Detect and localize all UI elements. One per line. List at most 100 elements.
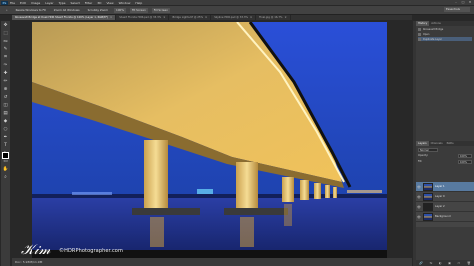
eyedropper-icon[interactable]: ✑	[3, 63, 9, 69]
history-label: Duplicate Layer	[423, 37, 442, 41]
resize-windows-checkbox[interactable]: Resize Windows to Fit	[14, 8, 48, 13]
close-icon[interactable]: ×	[250, 16, 252, 19]
foreground-color-swatch[interactable]	[2, 152, 9, 159]
gradient-icon[interactable]: ▤	[3, 111, 9, 117]
close-icon[interactable]: ×	[110, 16, 112, 19]
history-brush-icon[interactable]: ↺	[3, 95, 9, 101]
menu-view[interactable]: View	[106, 1, 113, 5]
tab-document[interactable]: Bridge Lights.tif @ 25% ×	[169, 15, 212, 20]
tab-channels[interactable]: Channels	[429, 141, 445, 146]
lasso-icon[interactable]: ᔓ	[3, 39, 9, 45]
tab-document[interactable]: Stuart Florida HDR.psd @ 33.3% ×	[116, 15, 170, 20]
dodge-icon[interactable]: ○	[3, 127, 9, 133]
history-thumbnail	[418, 27, 421, 31]
fill-label: Fill:	[418, 160, 423, 163]
fit-screen-button[interactable]: Fit Screen	[129, 7, 148, 13]
blend-mode-row: Normal	[418, 147, 472, 152]
fill-field[interactable]: 100%	[458, 159, 472, 164]
eye-icon[interactable]: 👁	[417, 185, 421, 189]
layer-row[interactable]: 👁 Layer 2	[416, 202, 474, 212]
healing-icon[interactable]: ✚	[3, 71, 9, 77]
menu-edit[interactable]: Edit	[20, 1, 26, 5]
history-label: Roosevelt Bridge	[423, 27, 444, 31]
watermark-text: ©HDRPhotographer.com	[59, 248, 123, 254]
fill-screen-button[interactable]: Fill Screen	[151, 7, 171, 13]
fx-icon[interactable]: fx	[430, 261, 433, 265]
fill-row: Fill: 100%	[418, 159, 472, 164]
tab-history[interactable]: History	[416, 21, 430, 26]
eye-icon[interactable]: 👁	[417, 195, 421, 199]
tab-layers[interactable]: Layers	[416, 141, 429, 146]
hand-icon[interactable]: ✋	[3, 167, 9, 173]
layers-panel: Layers Channels Paths Normal Opacity: 10…	[416, 141, 474, 165]
tab-document-active[interactable]: Roosevelt Bridge at Dusk HDR Stuart Flor…	[12, 15, 117, 20]
eraser-icon[interactable]: ◫	[3, 103, 9, 109]
history-row[interactable]: Roosevelt Bridge	[418, 27, 472, 31]
layer-list: 👁 Layer 1 👁 Layer 0 👁 Layer 2 👁 Background	[416, 182, 474, 227]
layer-thumbnail	[423, 212, 433, 221]
menu-window[interactable]: Window	[119, 1, 131, 5]
folder-icon[interactable]: ▣	[448, 261, 451, 265]
tab-label: Bridge Lights.tif @ 25%	[172, 16, 204, 19]
adjustment-icon[interactable]: ◐	[439, 261, 442, 265]
pen-icon[interactable]: ✒	[3, 135, 9, 141]
workspace-select[interactable]: Essentials	[444, 7, 470, 12]
menu-image[interactable]: Image	[31, 1, 40, 5]
tab-document[interactable]: Skyline HDR.psd @ 33.3% ×	[211, 15, 257, 20]
layer-row-selected[interactable]: 👁 Layer 1	[416, 182, 474, 192]
history-row-selected[interactable]: Duplicate Layer	[418, 37, 472, 41]
eye-icon[interactable]: 👁	[417, 215, 421, 219]
canvas-area[interactable]: 𝒦𝒾𝓂 ©HDRPhotographer.com	[12, 21, 412, 266]
history-row[interactable]: Open	[418, 32, 472, 36]
type-icon[interactable]: T	[3, 143, 9, 149]
history-thumbnail	[418, 32, 421, 36]
tab-actions[interactable]: Actions	[429, 21, 442, 26]
shape-icon[interactable]: ▭	[3, 159, 9, 165]
new-layer-icon[interactable]: ▭	[458, 261, 461, 265]
close-icon[interactable]: ×	[284, 16, 286, 19]
move-icon[interactable]: ✥	[3, 23, 9, 29]
menu-3d[interactable]: 3D	[97, 1, 101, 5]
menu-select[interactable]: Select	[71, 1, 80, 5]
bridge-photo[interactable]	[32, 22, 387, 258]
layer-thumbnail	[423, 192, 433, 201]
blur-icon[interactable]: ◆	[3, 119, 9, 125]
menu-bar: Ps File Edit Image Layer Type Select Fil…	[0, 0, 474, 5]
close-icon[interactable]: ×	[205, 16, 207, 19]
menu-layer[interactable]: Layer	[45, 1, 53, 5]
clone-icon[interactable]: ⊕	[3, 87, 9, 93]
link-icon[interactable]: 🔗	[419, 261, 423, 265]
menu-filter[interactable]: Filter	[85, 1, 92, 5]
trash-icon[interactable]: 🗑	[467, 261, 471, 265]
menu-type[interactable]: Type	[59, 1, 66, 5]
layer-thumbnail	[423, 202, 433, 211]
quick-select-icon[interactable]: ✎	[3, 47, 9, 53]
eye-icon[interactable]: 👁	[417, 205, 421, 209]
menu-file[interactable]: File	[10, 1, 15, 5]
history-thumbnail	[418, 37, 421, 41]
blend-mode-select[interactable]: Normal	[418, 147, 438, 152]
close-icon[interactable]: ×	[163, 16, 165, 19]
minimize-button[interactable]: –	[454, 1, 458, 4]
zoom-all-windows-checkbox[interactable]: Zoom All Windows	[52, 8, 82, 13]
tab-document[interactable]: Final.jpg @ 16.7% ×	[256, 15, 291, 20]
scrubby-zoom-checkbox[interactable]: Scrubby Zoom	[86, 8, 110, 13]
zoom-100-button[interactable]: 100%	[113, 7, 126, 13]
brush-icon[interactable]: ✏	[3, 79, 9, 85]
layer-row[interactable]: 👁 Layer 0	[416, 192, 474, 202]
zoom-tool-icon: ⌕	[6, 7, 8, 12]
layers-panel-tabs: Layers Channels Paths	[416, 141, 474, 146]
layer-name: Layer 2	[435, 205, 445, 208]
tab-label: Skyline HDR.psd @ 33.3%	[214, 16, 248, 19]
window-controls: – □ ✕	[454, 0, 472, 5]
opacity-field[interactable]: 100%	[458, 153, 472, 158]
tab-paths[interactable]: Paths	[445, 141, 456, 146]
close-button[interactable]: ✕	[468, 1, 472, 4]
zoom-icon[interactable]: ⌕	[3, 175, 9, 181]
maximize-button[interactable]: □	[461, 1, 465, 4]
document-tabs: Roosevelt Bridge at Dusk HDR Stuart Flor…	[12, 15, 412, 20]
menu-help[interactable]: Help	[135, 1, 142, 5]
crop-icon[interactable]: ⌗	[3, 55, 9, 61]
marquee-icon[interactable]: ⬚	[3, 31, 9, 37]
layer-row[interactable]: 👁 Background	[416, 212, 474, 222]
